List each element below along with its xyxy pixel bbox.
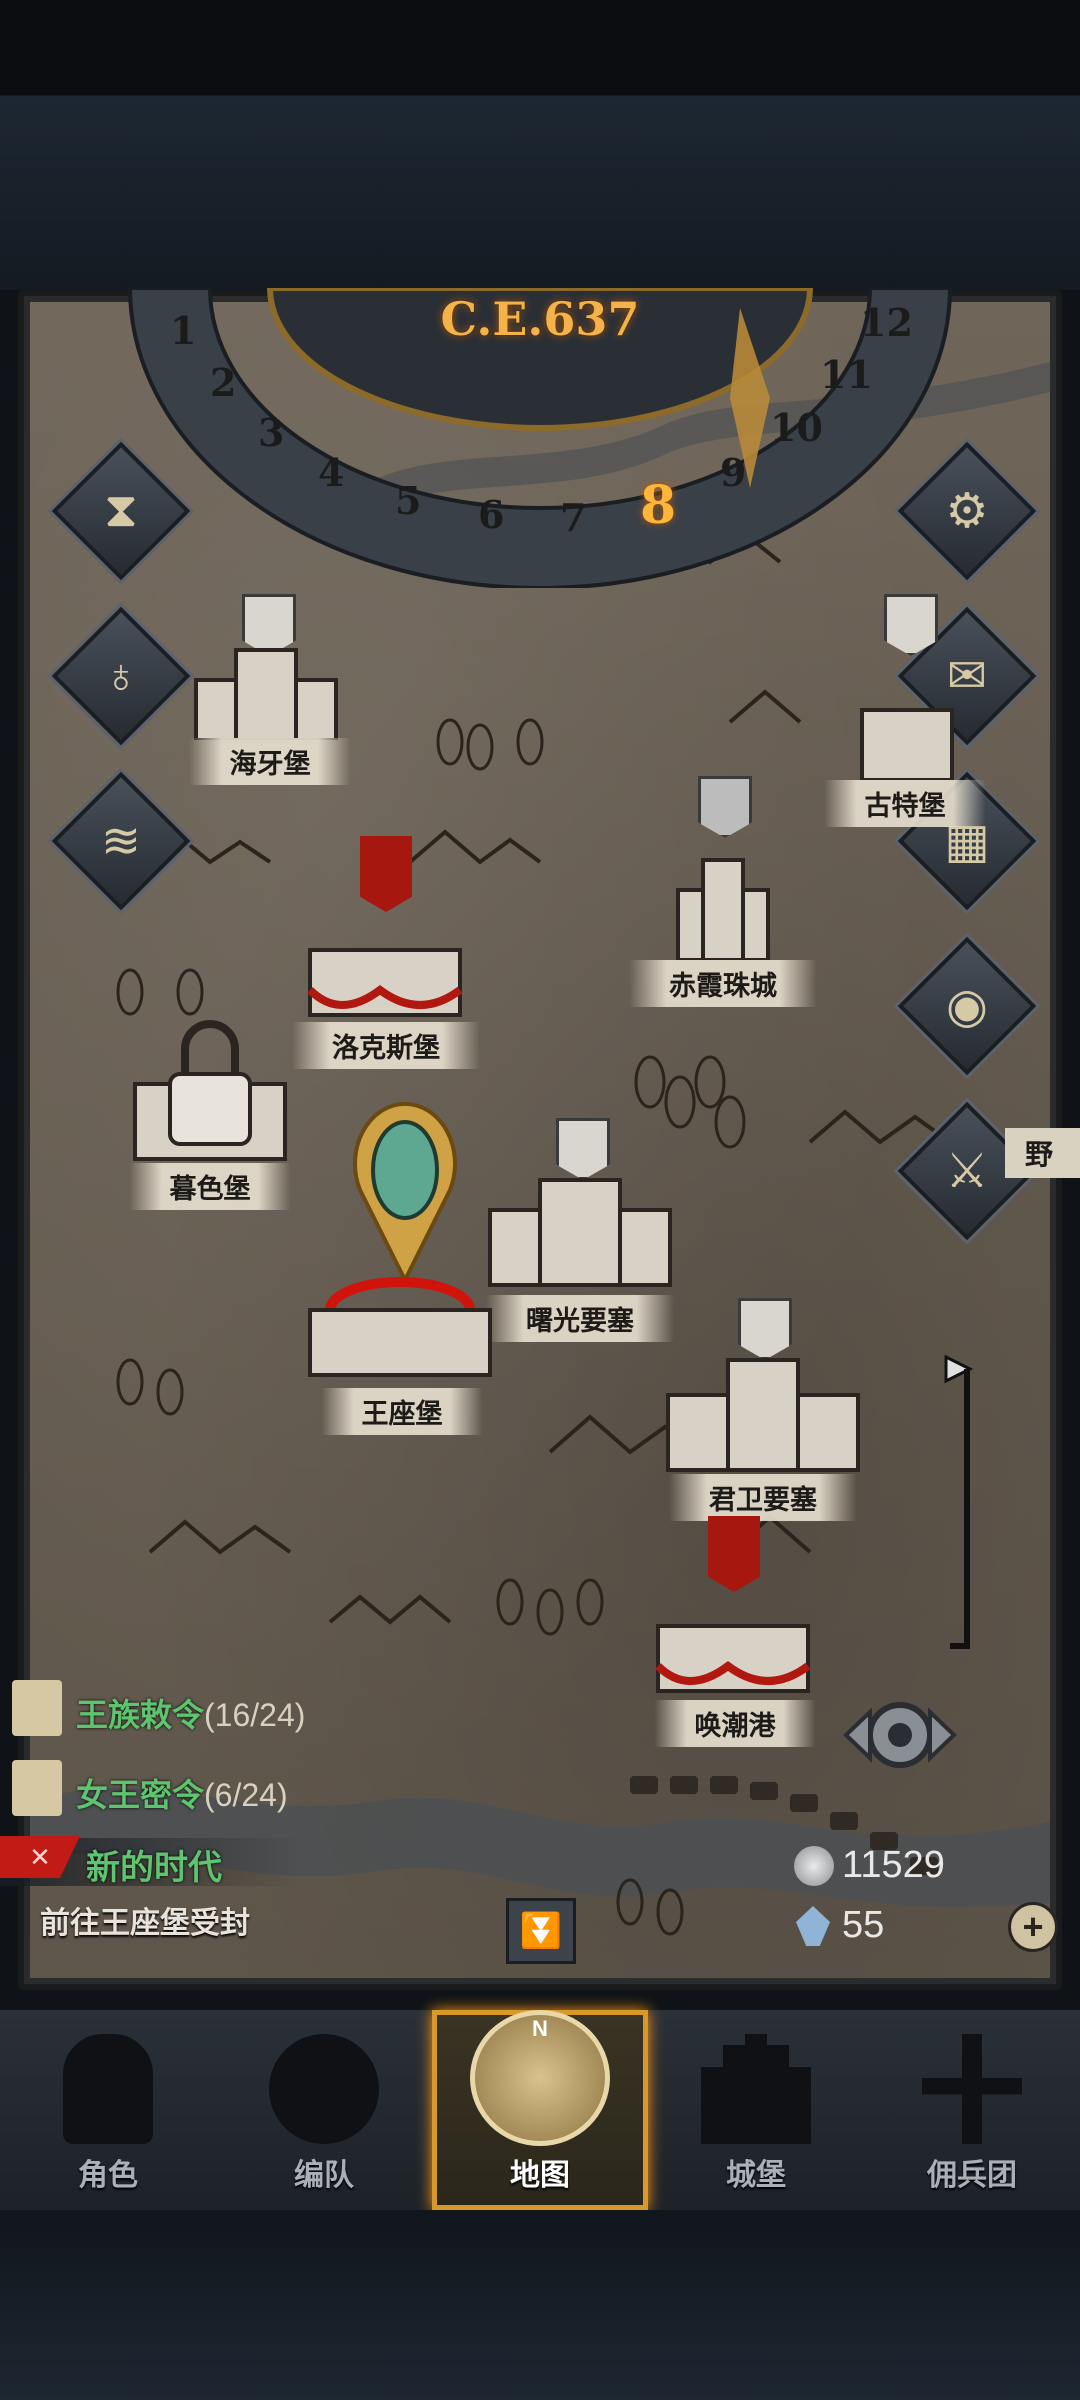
gear-icon: ⚙	[945, 485, 989, 538]
main-quest-title[interactable]: 新的时代	[86, 1840, 222, 1889]
red-banner	[360, 836, 412, 912]
crystal-amount: 55	[842, 1904, 885, 1946]
month-12[interactable]: 12	[860, 300, 913, 345]
tab-label: 编队	[294, 2159, 354, 2192]
tab-team[interactable]: 编队	[216, 2010, 432, 2210]
knight-icon	[63, 2034, 153, 2144]
month-8-active[interactable]: 8	[640, 475, 676, 536]
castle-label: 唤潮港	[654, 1700, 816, 1747]
tab-character[interactable]: 角色	[0, 2010, 216, 2210]
tab-castle[interactable]: 城堡	[648, 2010, 864, 2210]
castle-icon	[860, 708, 954, 780]
castle-icon	[666, 1358, 860, 1472]
quest-queen-secret[interactable]: 女王密令(6/24)	[76, 1770, 288, 1816]
quest-royal-edict[interactable]: 王族敕令(16/24)	[76, 1690, 305, 1736]
month-5[interactable]: 5	[395, 478, 421, 523]
castle-label: 古特堡	[824, 780, 986, 827]
castle-label: 洛克斯堡	[292, 1022, 480, 1069]
main-quest-desc[interactable]: 前往王座堡受封	[40, 1898, 250, 1942]
castle-label: 王座堡	[321, 1388, 483, 1435]
castle-icon	[194, 648, 338, 740]
castle-locked-icon	[133, 1020, 287, 1161]
compass-north-label: N	[532, 2016, 548, 2041]
month-3[interactable]: 3	[258, 410, 284, 455]
castle-label: 暮色堡	[129, 1163, 291, 1210]
tab-map[interactable]: N 地图	[432, 2010, 648, 2210]
castle-tab-icon	[701, 2034, 811, 2144]
add-crystal-button[interactable]: +	[1008, 1902, 1058, 1952]
era-year: C.E.637	[440, 292, 640, 346]
tab-label: 地图	[510, 2159, 570, 2192]
month-1[interactable]: 1	[170, 308, 196, 353]
castle-label: 君卫要塞	[669, 1474, 857, 1521]
month-9[interactable]: 9	[720, 450, 746, 495]
bottom-area	[0, 2210, 1080, 2400]
tab-label: 角色	[78, 2159, 138, 2192]
tab-bar: 角色 编队 N 地图 城堡 佣兵团	[0, 2010, 1080, 2210]
plus-icon: +	[1022, 1906, 1044, 1947]
tab-label: 佣兵团	[927, 2159, 1017, 2192]
castle-icon	[307, 948, 463, 1017]
collapse-button[interactable]: ⏬	[506, 1898, 576, 1964]
month-11[interactable]: 11	[820, 352, 873, 397]
zoom-slider[interactable]	[940, 1355, 990, 1655]
money-bag-icon: ♁	[103, 649, 139, 703]
castle-icon	[308, 1277, 492, 1377]
sword-tab-icon	[922, 2034, 1022, 2144]
castle-label: 赤霞珠城	[629, 960, 817, 1007]
castle-icon	[676, 858, 770, 960]
silver-amount: 11529	[842, 1844, 945, 1886]
secret-scroll-icon	[12, 1760, 62, 1816]
castle-icon	[655, 1624, 811, 1693]
silver-coin-icon	[794, 1846, 834, 1886]
knight-icon: ⚔	[945, 1145, 989, 1198]
crosshair-icon	[843, 1702, 957, 1768]
month-6[interactable]: 6	[478, 492, 504, 537]
coin-icon: ◉	[946, 980, 988, 1033]
castle-label: 海牙堡	[189, 738, 351, 785]
collapse-icon: ⏬	[519, 1912, 563, 1950]
tab-mercenary[interactable]: 佣兵团	[864, 2010, 1080, 2210]
castle-icon	[488, 1178, 672, 1287]
helmet-icon	[269, 2034, 379, 2144]
month-2[interactable]: 2	[210, 360, 236, 405]
scroll-icon: ≋	[100, 815, 142, 868]
red-banner	[708, 1516, 760, 1592]
month-7[interactable]: 7	[560, 495, 586, 540]
castle-label: 曙光要塞	[486, 1295, 674, 1342]
edict-scroll-icon	[12, 1680, 62, 1736]
wild-label[interactable]: 野	[1005, 1128, 1080, 1178]
month-4[interactable]: 4	[318, 450, 344, 495]
locate-button[interactable]	[840, 1680, 960, 1790]
month-10[interactable]: 10	[770, 405, 823, 450]
hourglass-icon: ⧗	[104, 484, 138, 537]
tab-label: 城堡	[726, 2159, 786, 2192]
top-status-area	[0, 0, 1080, 290]
